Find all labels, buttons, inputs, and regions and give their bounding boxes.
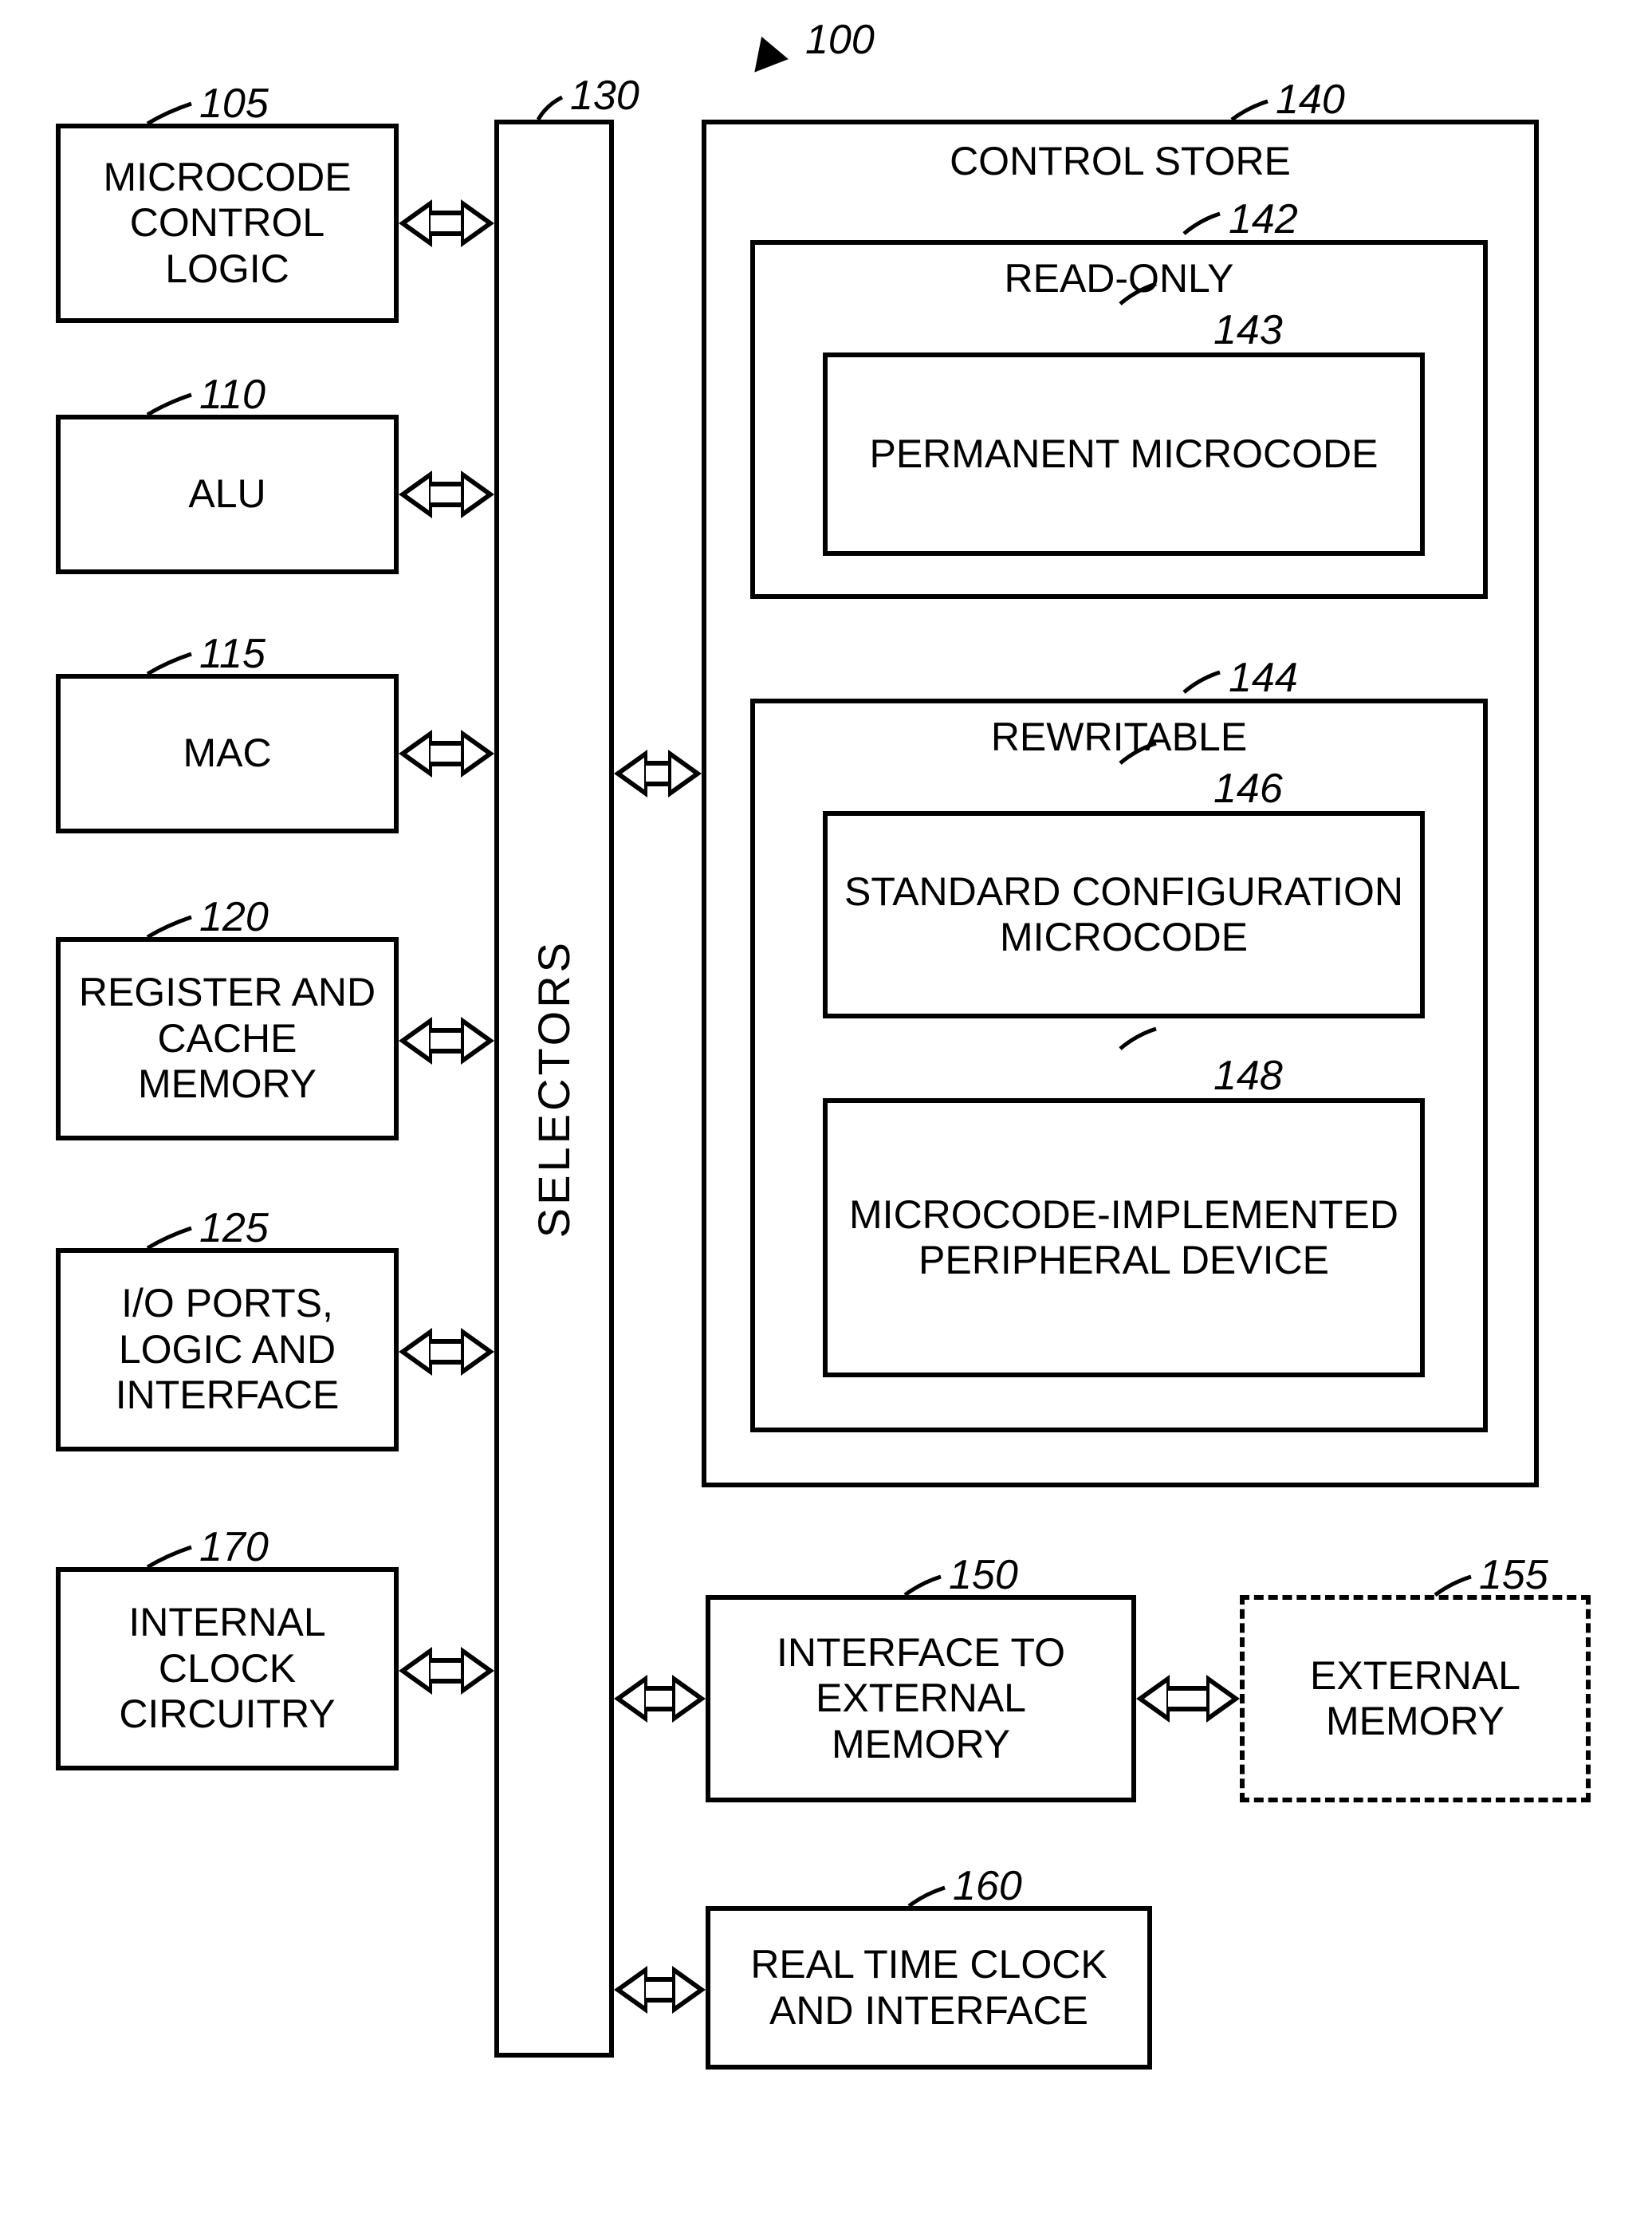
arrow-110-selectors — [399, 471, 494, 518]
interface-external-memory-label: INTERFACE TO EXTERNAL MEMORY — [726, 1630, 1115, 1768]
block-120-label: REGISTER AND CACHE MEMORY — [77, 970, 378, 1108]
arrow-selectors-interface150 — [614, 1675, 706, 1723]
ref-143: 143 — [1213, 307, 1283, 355]
ref-120: 120 — [199, 893, 269, 941]
block-control-store: CONTROL STORE 142 READ-ONLY 143 PERMANEN… — [702, 120, 1539, 1487]
ref-130: 130 — [570, 72, 639, 120]
block-rewritable: REWRITABLE 146 STANDARD CONFIGURATION MI… — [750, 699, 1488, 1432]
standard-config-label: STANDARD CONFIGURATION MICROCODE — [844, 869, 1404, 961]
block-internal-clock: INTERNAL CLOCK CIRCUITRY — [56, 1567, 399, 1770]
control-store-title: CONTROL STORE — [706, 139, 1534, 185]
arrow-170-selectors — [399, 1647, 494, 1695]
ref-148: 148 — [1213, 1053, 1283, 1101]
ref-110: 110 — [199, 371, 266, 419]
arrow-selectors-rtc160 — [614, 1966, 706, 2014]
ref-115: 115 — [199, 630, 266, 678]
block-170-label: INTERNAL CLOCK CIRCUITRY — [77, 1600, 378, 1738]
external-memory-label: EXTERNAL MEMORY — [1261, 1653, 1570, 1745]
block-mac: MAC — [56, 674, 399, 833]
ref-142: 142 — [1229, 196, 1298, 244]
diagram-canvas: 100 105 MICROCODE CONTROL LOGIC 110 ALU … — [0, 0, 1652, 2237]
block-selectors: SELECTORS — [494, 120, 614, 2058]
ref-140: 140 — [1276, 76, 1345, 124]
ref-160: 160 — [953, 1862, 1022, 1910]
ref-150: 150 — [949, 1551, 1018, 1599]
ref-125: 125 — [199, 1204, 269, 1252]
real-time-clock-label: REAL TIME CLOCK AND INTERFACE — [726, 1942, 1131, 2034]
ref-100-pointer — [741, 37, 788, 84]
ref-100: 100 — [805, 16, 875, 64]
ref-155: 155 — [1479, 1551, 1548, 1599]
block-125-label: I/O PORTS, LOGIC AND INTERFACE — [77, 1281, 378, 1419]
ref-170: 170 — [199, 1523, 269, 1571]
block-microcode-peripheral: MICROCODE-IMPLEMENTED PERIPHERAL DEVICE — [823, 1098, 1425, 1377]
block-register-cache-memory: REGISTER AND CACHE MEMORY — [56, 937, 399, 1140]
block-105-label: MICROCODE CONTROL LOGIC — [77, 155, 378, 293]
arrow-150-155 — [1136, 1675, 1240, 1723]
arrow-105-selectors — [399, 199, 494, 247]
block-110-label: ALU — [188, 471, 266, 518]
arrow-115-selectors — [399, 730, 494, 778]
selectors-label: SELECTORS — [529, 939, 580, 1238]
ref-105: 105 — [199, 80, 269, 128]
permanent-microcode-label: PERMANENT MICROCODE — [869, 431, 1378, 478]
arrow-125-selectors — [399, 1328, 494, 1376]
ref-146: 146 — [1213, 766, 1283, 813]
block-alu: ALU — [56, 415, 399, 574]
block-115-label: MAC — [183, 731, 271, 777]
block-microcode-control-logic: MICROCODE CONTROL LOGIC — [56, 124, 399, 323]
rewritable-title: REWRITABLE — [755, 715, 1483, 761]
microcode-peripheral-label: MICROCODE-IMPLEMENTED PERIPHERAL DEVICE — [844, 1192, 1404, 1284]
block-io-ports: I/O PORTS, LOGIC AND INTERFACE — [56, 1248, 399, 1451]
block-standard-config-microcode: STANDARD CONFIGURATION MICROCODE — [823, 811, 1425, 1018]
arrow-120-selectors — [399, 1017, 494, 1065]
read-only-title: READ-ONLY — [755, 256, 1483, 302]
block-interface-external-memory: INTERFACE TO EXTERNAL MEMORY — [706, 1595, 1136, 1802]
block-permanent-microcode: PERMANENT MICROCODE — [823, 352, 1425, 556]
block-real-time-clock: REAL TIME CLOCK AND INTERFACE — [706, 1906, 1152, 2070]
block-read-only: READ-ONLY 143 PERMANENT MICROCODE — [750, 240, 1488, 599]
ref-144: 144 — [1229, 655, 1298, 703]
block-external-memory: EXTERNAL MEMORY — [1240, 1595, 1591, 1802]
arrow-selectors-controlstore — [614, 750, 702, 798]
